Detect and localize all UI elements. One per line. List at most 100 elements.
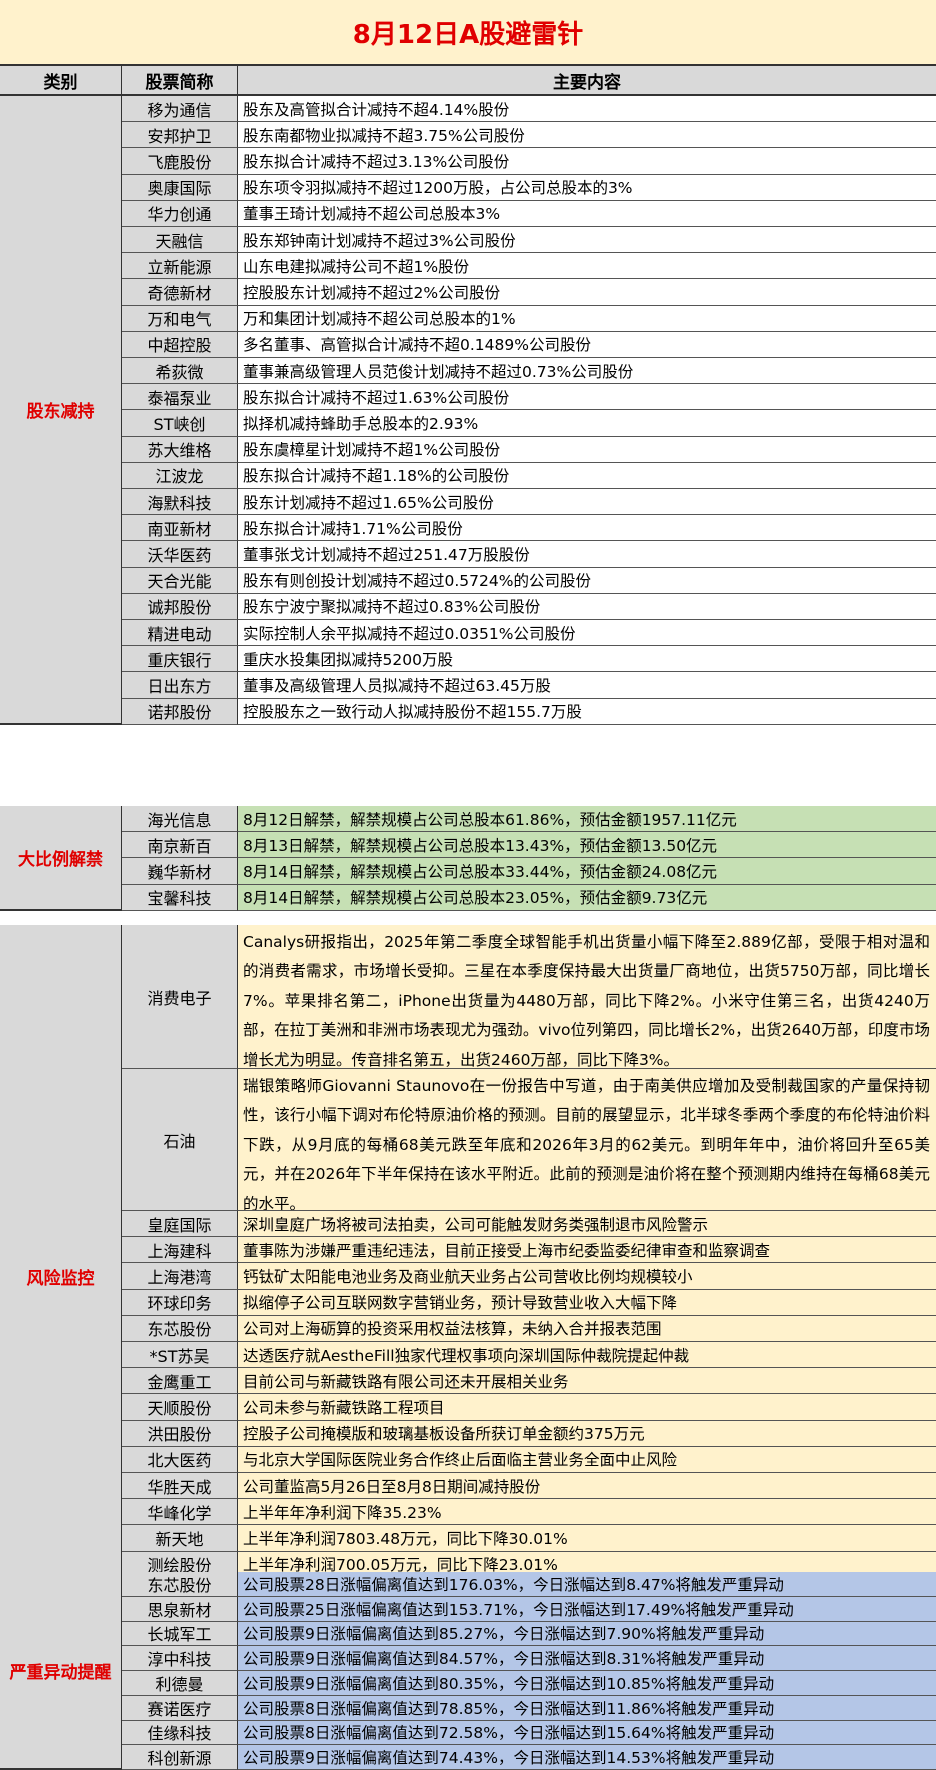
content-cell: 目前公司与新藏铁路有限公司还未开展相关业务 [238,1368,936,1395]
content-cell: 控股子公司掩模版和玻璃基板设备所获订单金额约375万元 [238,1420,936,1447]
content-cell: 公司对上海砺算的投资采用权益法核算，未纳入合并报表范围 [238,1315,936,1342]
stock-name-cell: 华胜天成 [122,1473,238,1500]
content-cell: 董事陈为涉嫌严重违纪违法，目前正接受上海市纪委监委纪律审查和监察调查 [238,1237,936,1264]
content-cell: 拟择机减持蜂助手总股本的2.93% [238,410,936,437]
stock-name-cell: 海默科技 [122,489,238,516]
category-cell: 股东减持 [0,96,122,725]
stock-name-cell: 科创新源 [122,1745,238,1770]
stock-name-cell: 华峰化学 [122,1499,238,1526]
stock-name-cell: 精进电动 [122,620,238,647]
stock-name-cell: ST峡创 [122,410,238,437]
content-cell: 股东有则创投计划减持不超过0.5724%的公司股份 [238,567,936,594]
content-cell: 瑞银策略师Giovanni Staunovo在一份报告中写道，由于南美供应增加及… [238,1069,936,1211]
stock-name-cell: 南京新百 [122,832,238,859]
content-cell: 钙钛矿太阳能电池业务及商业航天业务占公司营收比例均规模较小 [238,1263,936,1290]
stock-name-cell: 长城军工 [122,1621,238,1647]
stock-name-cell: 奇德新材 [122,279,238,306]
content-cell: 8月12日解禁，解禁规模占公司总股本61.86%，预估金额1957.11亿元 [238,806,936,833]
stock-name-cell: 立新能源 [122,253,238,280]
content-cell: 控股股东之一致行动人拟减持股份不超155.7万股 [238,698,936,725]
stock-name-cell: 飞鹿股份 [122,148,238,175]
stock-name-cell: 诚邦股份 [122,593,238,620]
content-cell: 股东拟合计减持不超1.18%的公司股份 [238,462,936,489]
stock-name-cell: 东芯股份 [122,1315,238,1342]
stock-name-cell: 金鹰重工 [122,1368,238,1395]
stock-name-cell: 天融信 [122,227,238,254]
stock-name-cell: 重庆银行 [122,646,238,673]
content-cell: 董事张戈计划减持不超过251.47万股股份 [238,541,936,568]
content-cell: 上半年净利润7803.48万元，同比下降30.01% [238,1525,936,1552]
stock-name-cell: 思泉新材 [122,1596,238,1622]
stock-name-cell: 淳中科技 [122,1646,238,1671]
content-cell: 董事及高级管理人员拟减持不超过63.45万股 [238,672,936,699]
content-cell: Canalys研报指出，2025年第二季度全球智能手机出货量小幅下降至2.889… [238,925,936,1069]
content-cell: 董事兼高级管理人员范俊计划减持不超过0.73%公司股份 [238,358,936,385]
content-cell: 8月14日解禁，解禁规模占公司总股本23.05%，预估金额9.73亿元 [238,884,936,911]
content-cell: 公司股票8日涨幅偏离值达到78.85%，今日涨幅达到11.86%将触发严重异动 [238,1695,936,1721]
content-cell: 公司股票9日涨幅偏离值达到80.35%，今日涨幅达到10.85%将触发严重异动 [238,1671,936,1696]
content-cell: 股东虞樟星计划减持不超1%公司股份 [238,436,936,463]
stock-name-cell: 石油 [122,1069,238,1211]
content-cell: 股东项令羽拟减持不超过1200万股，占公司总股本的3% [238,174,936,201]
stock-name-cell: 移为通信 [122,96,238,123]
stock-name-cell: 洪田股份 [122,1420,238,1447]
content-cell: 公司股票25日涨幅偏离值达到153.71%，今日涨幅达到17.49%将触发严重异… [238,1596,936,1622]
header-content: 主要内容 [238,66,936,96]
content-cell: 股东计划减持不超过1.65%公司股份 [238,489,936,516]
header-category: 类别 [0,66,122,96]
content-cell: 公司股票9日涨幅偏离值达到84.57%，今日涨幅达到8.31%将触发严重异动 [238,1646,936,1671]
content-cell: 万和集团计划减持不超公司总股本的1% [238,305,936,332]
content-cell: 公司未参与新藏铁路工程项目 [238,1394,936,1421]
header-stock-name: 股票简称 [122,66,238,96]
content-cell: 公司股票9日涨幅偏离值达到85.27%，今日涨幅达到7.90%将触发严重异动 [238,1621,936,1647]
content-cell: 8月14日解禁，解禁规模占公司总股本33.44%，预估金额24.08亿元 [238,858,936,885]
stock-name-cell: 南亚新材 [122,515,238,542]
stock-name-cell: 巍华新材 [122,858,238,885]
stock-name-cell: 北大医药 [122,1446,238,1473]
stock-name-cell: 利德曼 [122,1671,238,1696]
stock-name-cell: 沃华医药 [122,541,238,568]
content-cell: 山东电建拟减持公司不超1%股份 [238,253,936,280]
content-cell: 实际控制人余平拟减持不超过0.0351%公司股份 [238,620,936,647]
category-cell: 严重异动提醒 [0,1572,122,1770]
content-cell: 股东及高管拟合计减持不超4.14%股份 [238,96,936,123]
content-cell: 上半年年净利润下降35.23% [238,1499,936,1526]
content-cell: 达透医疗就AestheFill独家代理权事项向深圳国际仲裁院提起仲裁 [238,1342,936,1369]
content-cell: 拟缩停子公司互联网数字营销业务，预计导致营业收入大幅下降 [238,1289,936,1316]
content-cell: 公司股票28日涨幅偏离值达到176.03%，今日涨幅达到8.47%将触发严重异动 [238,1572,936,1597]
stock-name-cell: 新天地 [122,1525,238,1552]
stock-name-cell: 佳缘科技 [122,1720,238,1746]
stock-name-cell: 日出东方 [122,672,238,699]
stock-name-cell: 诺邦股份 [122,698,238,725]
content-cell: 重庆水投集团拟减持5200万股 [238,646,936,673]
stock-name-cell: 皇庭国际 [122,1211,238,1238]
stock-name-cell: 东芯股份 [122,1572,238,1597]
category-cell: 大比例解禁 [0,806,122,911]
category-cell: 风险监控 [0,925,122,1631]
stock-name-cell: 上海建科 [122,1237,238,1264]
content-cell: 与北京大学国际医院业务合作终止后面临主营业务全面中止风险 [238,1446,936,1473]
content-cell: 8月13日解禁，解禁规模占公司总股本13.43%，预估金额13.50亿元 [238,832,936,859]
content-cell: 公司董监高5月26日至8月8日期间减持股份 [238,1473,936,1500]
content-cell: 股东郑钟南计划减持不超过3%公司股份 [238,227,936,254]
content-cell: 股东拟合计减持不超过3.13%公司股份 [238,148,936,175]
content-cell: 董事王琦计划减持不超公司总股本3% [238,200,936,227]
content-cell: 股东拟合计减持1.71%公司股份 [238,515,936,542]
stock-name-cell: 赛诺医疗 [122,1695,238,1721]
content-cell: 控股股东计划减持不超过2%公司股份 [238,279,936,306]
stock-name-cell: 天顺股份 [122,1394,238,1421]
content-cell: 深圳皇庭广场将被司法拍卖，公司可能触发财务类强制退市风险警示 [238,1211,936,1238]
content-cell: 股东宁波宁聚拟减持不超过0.83%公司股份 [238,593,936,620]
stock-name-cell: 奥康国际 [122,174,238,201]
page-title: 8月12日A股避雷针 [0,0,936,66]
stock-name-cell: 苏大维格 [122,436,238,463]
stock-name-cell: 希荻微 [122,358,238,385]
content-cell: 股东拟合计减持不超过1.63%公司股份 [238,384,936,411]
stock-name-cell: 环球印务 [122,1289,238,1316]
stock-name-cell: *ST苏吴 [122,1342,238,1369]
table-sheet: 8月12日A股避雷针 类别 股票简称 主要内容 股东减持 移为通信 股东及高管拟合计… [0,0,936,1770]
content-cell: 公司股票8日涨幅偏离值达到72.58%，今日涨幅达到15.64%将触发严重异动 [238,1720,936,1746]
stock-name-cell: 万和电气 [122,305,238,332]
content-cell: 股东南都物业拟减持不超3.75%公司股份 [238,122,936,149]
stock-name-cell: 安邦护卫 [122,122,238,149]
